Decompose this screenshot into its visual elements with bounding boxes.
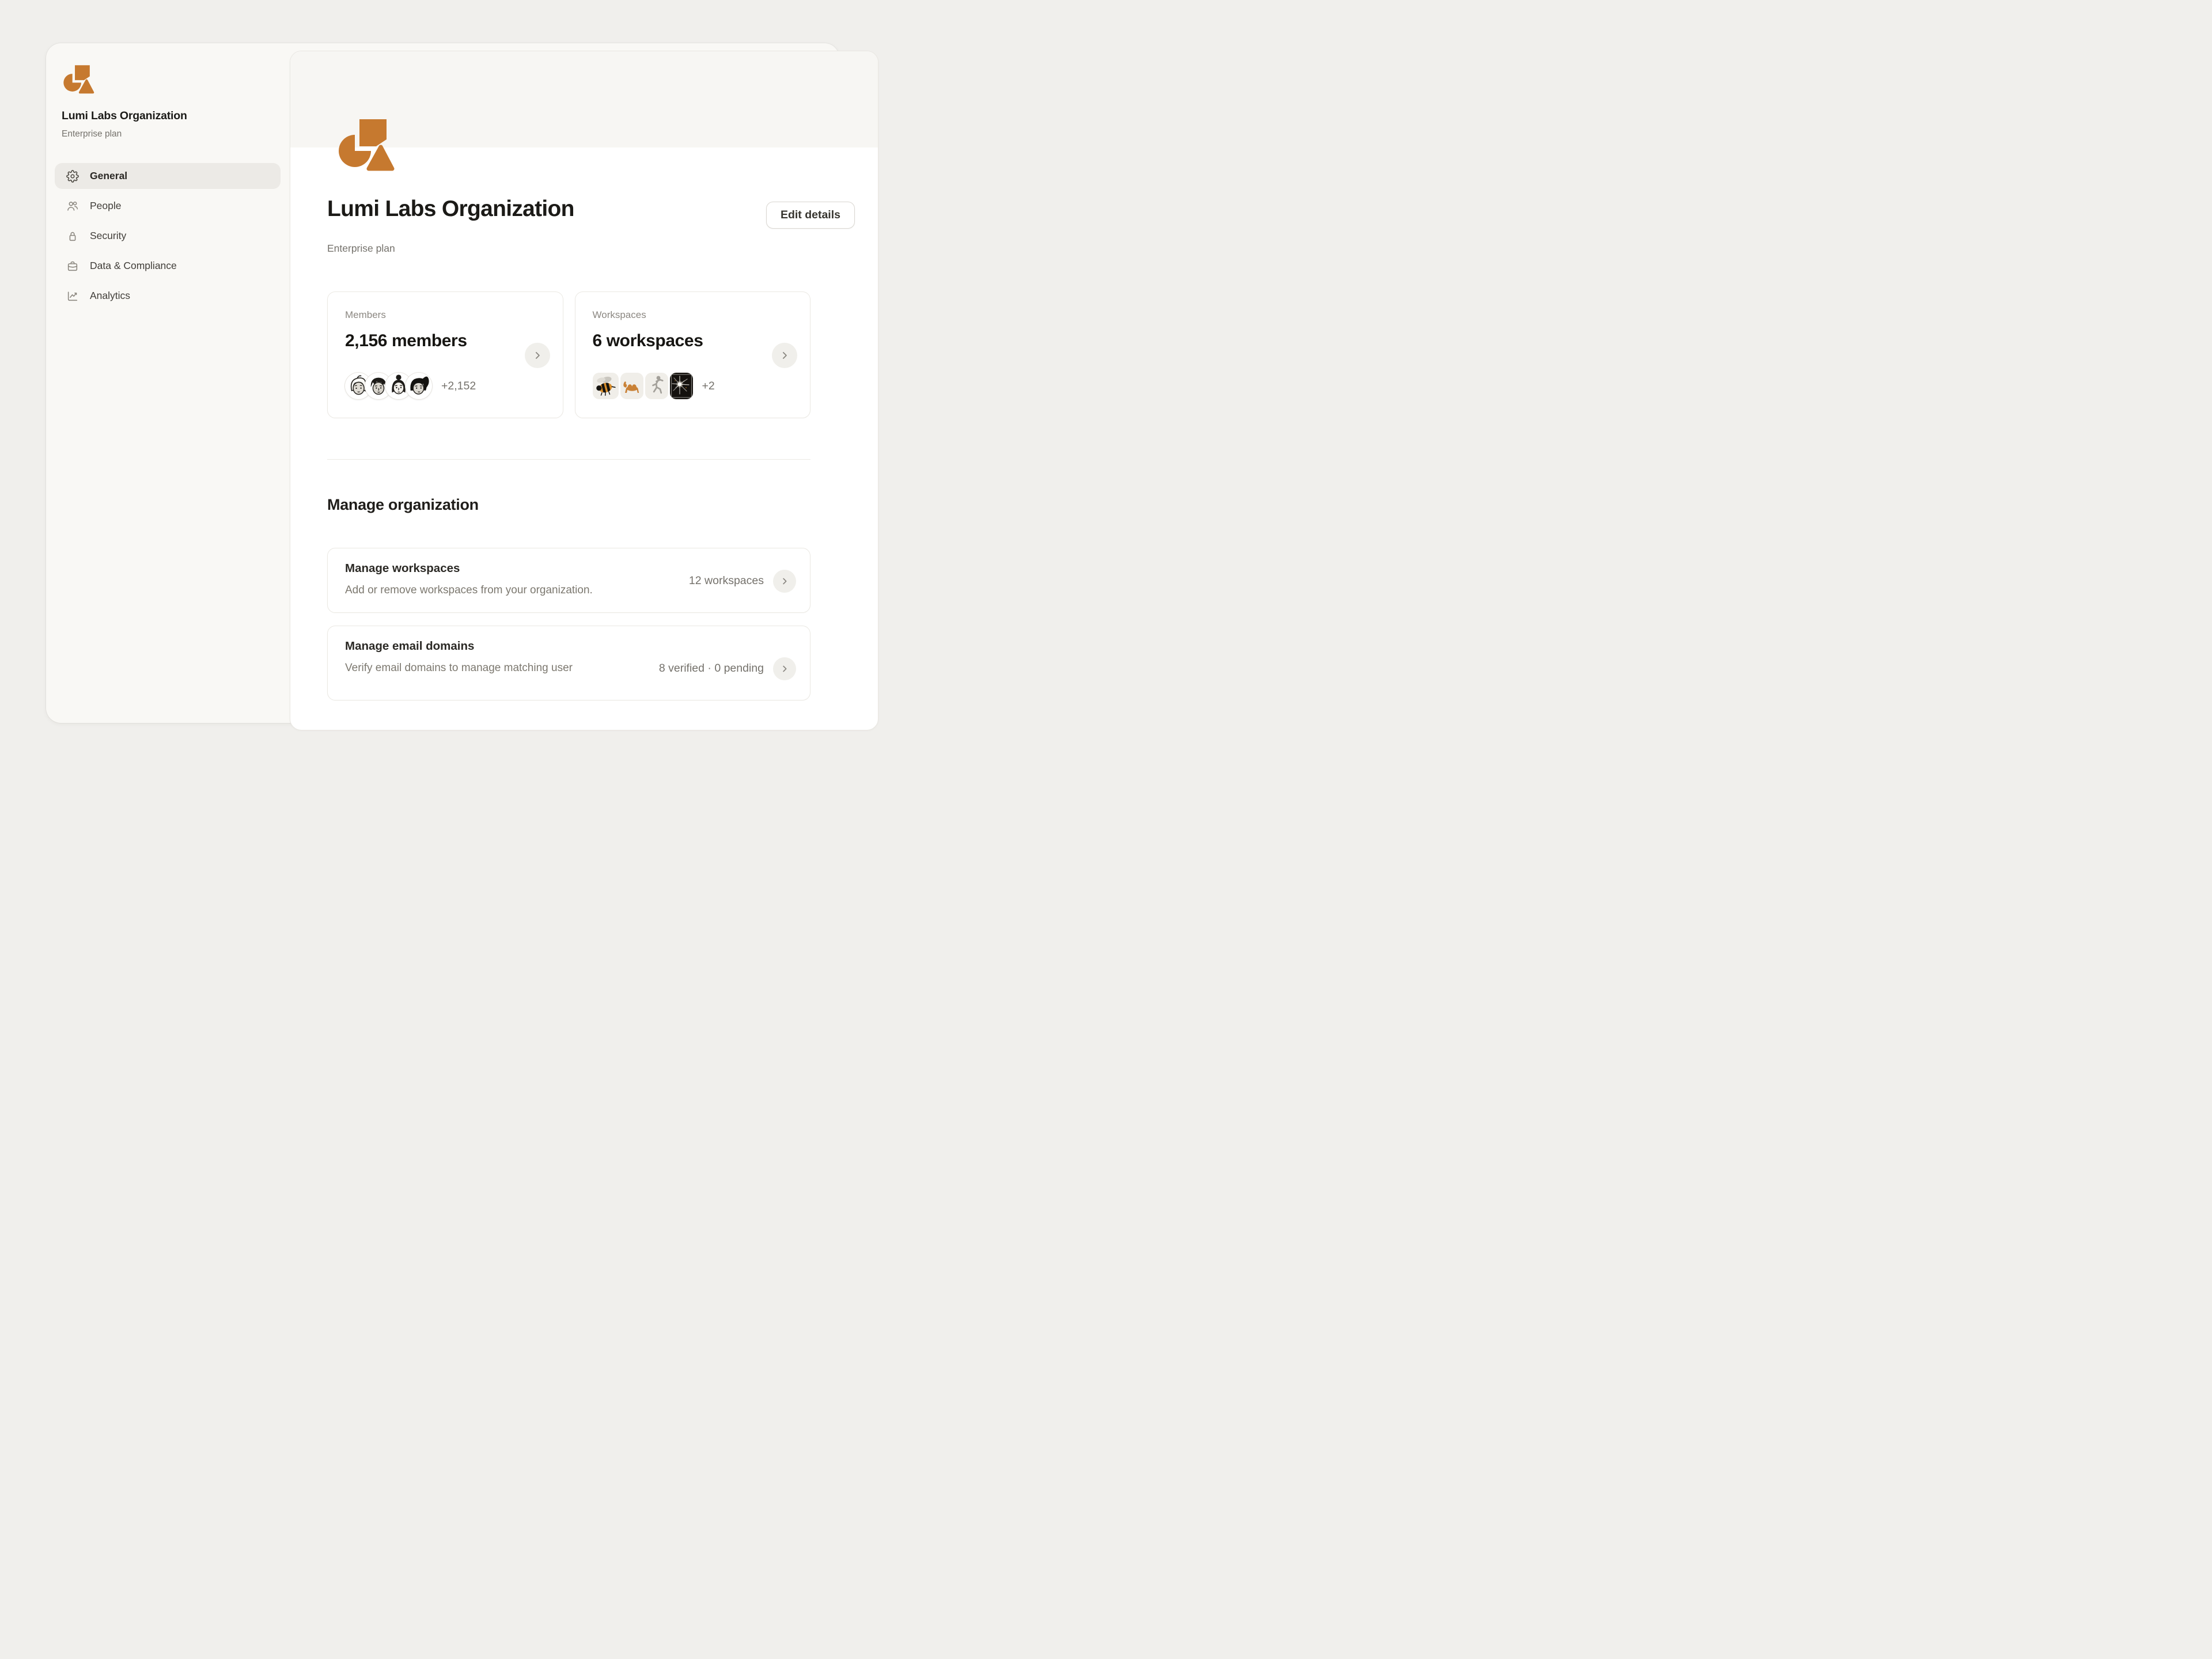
sidebar-item-security[interactable]: Security bbox=[55, 223, 281, 249]
workspaces-thumbs-row: +2 bbox=[593, 373, 715, 399]
row-right: 12 workspaces bbox=[689, 548, 796, 613]
camel-thumb bbox=[620, 373, 643, 399]
workspaces-card[interactable]: Workspaces 6 workspaces bbox=[575, 291, 811, 418]
page-title: Lumi Labs Organization bbox=[327, 196, 574, 222]
workspaces-chevron-button[interactable] bbox=[772, 343, 797, 368]
members-value: 2,156 members bbox=[345, 331, 467, 351]
dancer-thumb bbox=[645, 373, 668, 399]
sidebar-item-label: Analytics bbox=[90, 290, 130, 302]
people-icon bbox=[66, 200, 79, 213]
chevron-right-icon bbox=[532, 350, 543, 361]
members-avatars-row: +2,152 bbox=[345, 373, 476, 399]
sidebar-item-label: Data & Compliance bbox=[90, 260, 177, 272]
sidebar-plan-label: Enterprise plan bbox=[62, 129, 122, 139]
avatar-stack bbox=[345, 373, 432, 399]
org-logo-icon bbox=[62, 63, 97, 94]
edit-details-button[interactable]: Edit details bbox=[766, 202, 855, 229]
row-title: Manage email domains bbox=[345, 639, 474, 653]
manage-workspaces-row[interactable]: Manage workspaces Add or remove workspac… bbox=[327, 548, 810, 613]
chevron-right-icon bbox=[779, 576, 790, 586]
chevron-right-icon bbox=[779, 664, 790, 674]
lock-icon bbox=[66, 230, 79, 243]
org-overview-panel: Lumi Labs Organization Edit details Ente… bbox=[290, 51, 878, 730]
members-overflow-count: +2,152 bbox=[441, 380, 476, 393]
sidebar-nav: General People Security Data & Complianc… bbox=[55, 163, 281, 313]
settings-window: Lumi Labs Organization Enterprise plan G… bbox=[46, 43, 839, 723]
workspaces-label: Workspaces bbox=[593, 309, 646, 321]
sidebar-item-label: People bbox=[90, 200, 122, 212]
row-subtitle: Verify email domains to manage matching … bbox=[345, 662, 573, 675]
stats-row: Members 2,156 members bbox=[327, 291, 810, 418]
row-subtitle: Add or remove workspaces from your organ… bbox=[345, 584, 593, 597]
sidebar-item-people[interactable]: People bbox=[55, 193, 281, 219]
sidebar-item-general[interactable]: General bbox=[55, 163, 281, 189]
sidebar-item-data-compliance[interactable]: Data & Compliance bbox=[55, 253, 281, 279]
sidebar-item-analytics[interactable]: Analytics bbox=[55, 283, 281, 309]
briefcase-icon bbox=[66, 260, 79, 272]
members-label: Members bbox=[345, 309, 386, 321]
sidebar-org-name: Lumi Labs Organization bbox=[62, 109, 187, 123]
avatar-ponytail-hair bbox=[406, 373, 432, 399]
org-logo-large bbox=[335, 116, 400, 172]
workspaces-value: 6 workspaces bbox=[593, 331, 703, 351]
manage-workspaces-chevron-button[interactable] bbox=[773, 570, 796, 593]
chevron-right-icon bbox=[779, 350, 790, 361]
manage-email-domains-chevron-button[interactable] bbox=[773, 657, 796, 680]
analytics-icon bbox=[66, 290, 79, 302]
sparkler-thumb bbox=[670, 373, 693, 399]
manage-organization-heading: Manage organization bbox=[327, 496, 479, 514]
row-meta: 12 workspaces bbox=[689, 574, 764, 588]
plan-label: Enterprise plan bbox=[327, 243, 395, 255]
bee-thumb bbox=[593, 373, 619, 399]
row-right: 8 verified · 0 pending bbox=[659, 636, 796, 701]
gear-icon bbox=[66, 170, 79, 183]
manage-email-domains-row[interactable]: Manage email domains Verify email domain… bbox=[327, 626, 810, 700]
workspace-thumb-stack bbox=[593, 373, 693, 399]
row-title: Manage workspaces bbox=[345, 562, 460, 575]
sidebar: Lumi Labs Organization Enterprise plan G… bbox=[46, 43, 290, 723]
row-meta: 8 verified · 0 pending bbox=[659, 662, 764, 675]
members-card[interactable]: Members 2,156 members bbox=[327, 291, 563, 418]
section-divider bbox=[327, 459, 810, 460]
sidebar-item-label: Security bbox=[90, 230, 126, 242]
members-chevron-button[interactable] bbox=[525, 343, 550, 368]
workspaces-overflow-count: +2 bbox=[702, 380, 715, 393]
sidebar-item-label: General bbox=[90, 170, 127, 182]
